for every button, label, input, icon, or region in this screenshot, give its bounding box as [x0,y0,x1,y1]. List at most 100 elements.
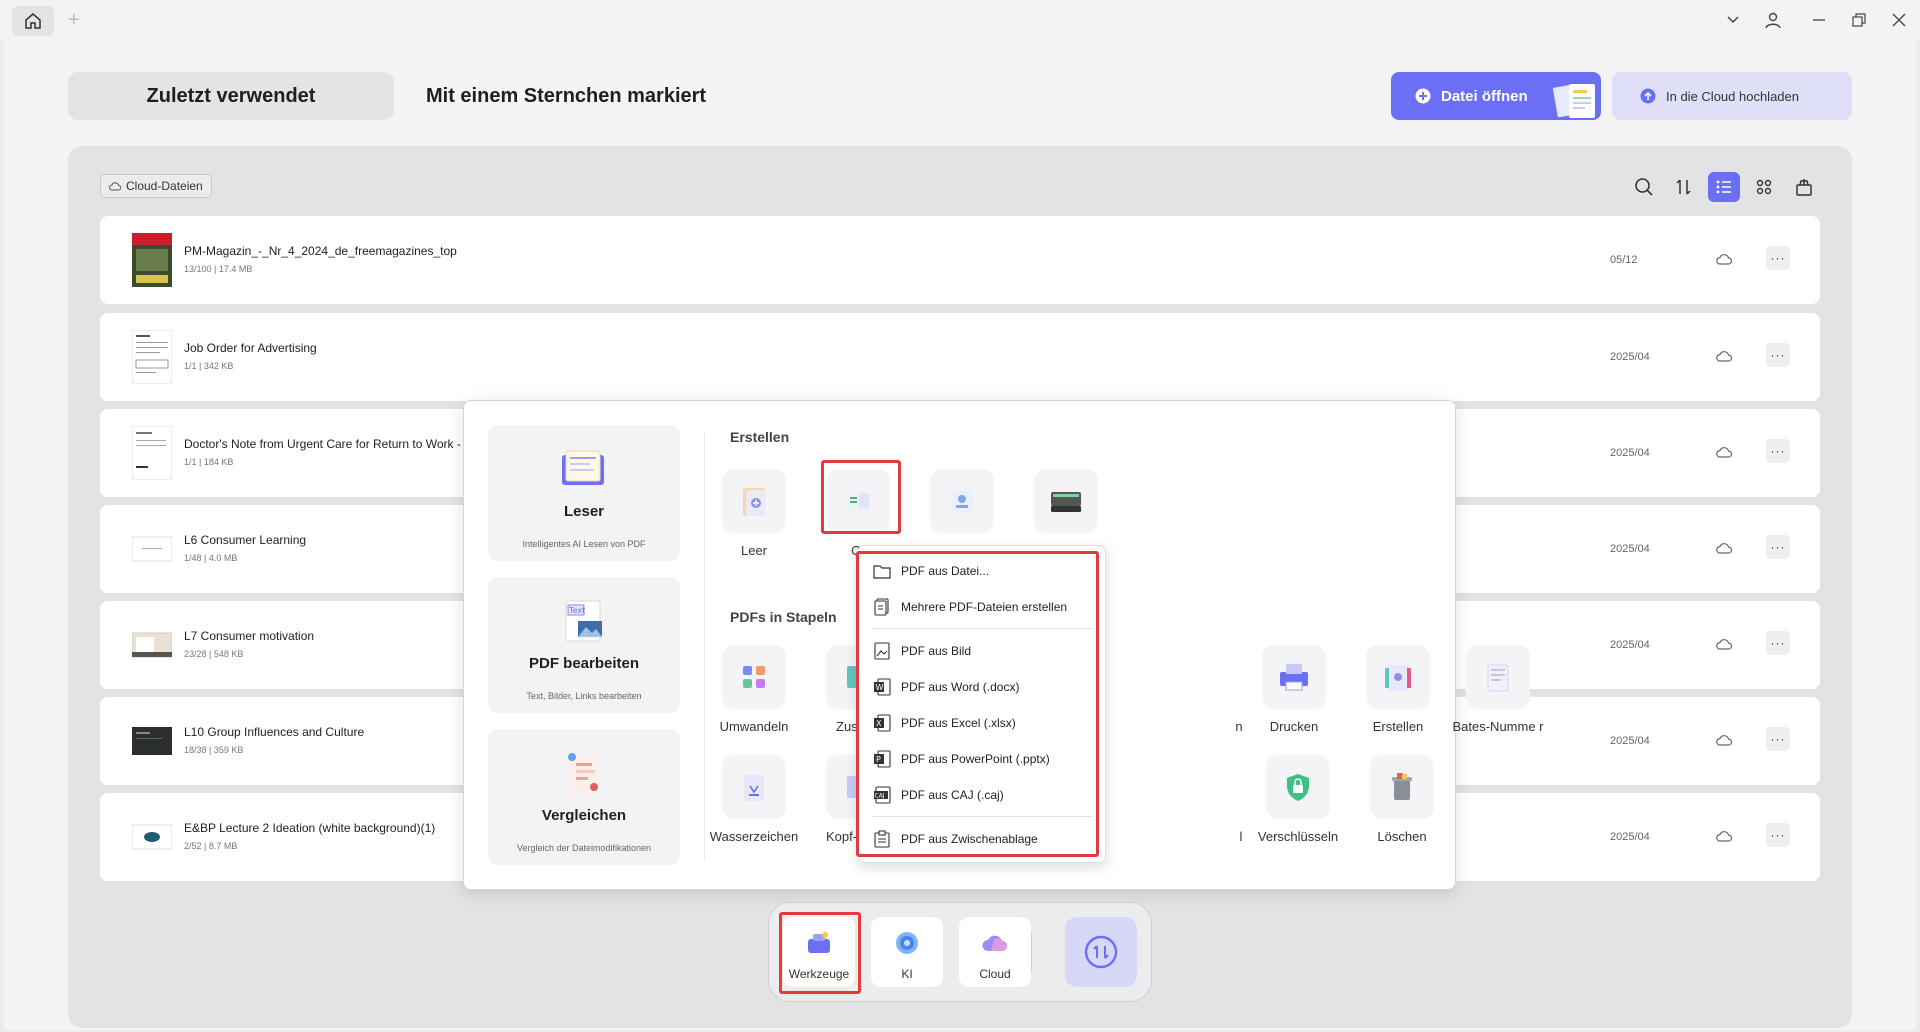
close-button[interactable] [1886,8,1912,32]
open-file-label: Datei öffnen [1441,87,1528,105]
open-file-button[interactable]: Datei öffnen [1391,72,1601,120]
batch-print-tool[interactable]: Drucken [1244,645,1344,745]
convert-icon [743,666,765,688]
file-meta: 1/1 | 342 KB [184,361,234,371]
file-name: L7 Consumer motivation [184,629,315,643]
chevron-down-icon[interactable] [1720,8,1746,32]
create-blank-tool[interactable]: Leer [704,469,804,569]
tab-recent[interactable]: Zuletzt verwendet [68,72,394,120]
list-view-icon[interactable] [1708,172,1740,202]
highlight-box [856,551,1099,857]
ai-button[interactable]: KI [871,917,943,987]
file-name: Job Order for Advertising [184,341,317,355]
batch-delete-tool[interactable]: Löschen [1352,755,1452,855]
batch-encrypt-tool[interactable]: Verschlüsseln [1248,755,1348,855]
file-name: L6 Consumer Learning [184,533,307,547]
sync-button[interactable] [1065,917,1137,987]
batch-delete-label: Löschen [1377,829,1427,844]
batch-bates-tool[interactable]: Bates-Numme r [1448,645,1548,745]
highlight-box [779,912,861,994]
more-options-button[interactable]: ··· [1766,343,1790,367]
more-options-button[interactable]: ··· [1766,246,1790,270]
batch-create-tool[interactable]: Erstellen [1348,645,1448,745]
sync-icon [1084,935,1118,969]
cloud-files-chip[interactable]: Cloud-Dateien [100,174,212,198]
more-options-button[interactable]: ··· [1766,439,1790,463]
search-icon[interactable] [1628,172,1660,202]
home-button[interactable] [12,6,54,36]
batch-print-label: Drucken [1269,719,1319,734]
plus-circle-icon [1415,88,1431,104]
cloud-upload-icon[interactable] [1716,252,1732,266]
upload-cloud-button[interactable]: In die Cloud hochladen [1612,72,1852,120]
file-name: E&BP Lecture 2 Ideation (white backgroun… [184,821,436,835]
grid-view-icon[interactable] [1748,172,1780,202]
more-options-button[interactable]: ··· [1766,631,1790,655]
file-date: 2025/04 [1610,639,1650,651]
file-meta: 2/52 | 8.7 MB [184,841,238,851]
cloud-icon [109,182,121,191]
svg-text:Text: Text [568,606,585,615]
cloud-upload-icon[interactable] [1716,829,1732,843]
file-name: PM-Magazin_-_Nr_4_2024_de_freemagazines_… [184,244,457,258]
sort-icon[interactable] [1668,172,1700,202]
file-meta: 1/48 | 4.0 MB [184,553,238,563]
compare-subtitle: Vergleich der Dateimodifikationen [516,843,652,853]
home-icon [25,13,41,29]
highlight-box [821,460,901,534]
cloud-button[interactable]: Cloud [959,917,1031,987]
more-options-button[interactable]: ··· [1766,535,1790,559]
file-name: L10 Group Influences and Culture [184,725,365,739]
file-date: 2025/04 [1610,735,1650,747]
account-icon[interactable] [1760,8,1786,32]
cloud-upload-icon[interactable] [1716,349,1732,363]
file-thumbnail [132,618,172,672]
cloud-upload-icon[interactable] [1716,541,1732,555]
dock-divider [1031,933,1032,973]
edit-pdf-subtitle: Text, Bilder, Links bearbeiten [526,691,642,701]
reader-title: Leser [563,503,605,520]
file-date: 2025/04 [1610,543,1650,555]
file-date: 2025/04 [1610,447,1650,459]
lock-icon [1287,774,1309,801]
ai-icon [896,932,918,954]
batch-watermark-tool[interactable]: Wasserzeichen [704,755,804,855]
file-meta: 1/1 | 184 KB [184,457,234,467]
cloud-upload-icon[interactable] [1716,733,1732,747]
compare-title: Vergleichen [541,807,627,824]
batch-watermark-label: Wasserzeichen [709,829,799,844]
bates-number-icon [1487,664,1509,692]
clean-icon[interactable] [1788,172,1820,202]
title-bar: + [0,0,1920,40]
scanner-icon [1051,492,1081,512]
restore-button[interactable] [1846,8,1872,32]
reader-card[interactable]: Leser Intelligentes AI Lesen von PDF [488,425,680,561]
print-icon [1280,664,1308,691]
ai-label: KI [901,967,913,981]
cloud-upload-icon[interactable] [1716,637,1732,651]
edit-pdf-title: PDF bearbeiten [528,655,640,672]
create-icon [1385,665,1411,691]
documents-icon [1553,84,1595,118]
cloud-icon [982,935,1007,951]
file-row[interactable]: PM-Magazin_-_Nr_4_2024_de_freemagazines_… [100,216,1820,304]
compare-card[interactable]: Vergleichen Vergleich der Dateimodifikat… [488,729,680,865]
scan-id-icon [951,490,973,512]
cloud-upload-icon[interactable] [1716,445,1732,459]
blank-pdf-icon [743,488,766,516]
batch-bates-label: Bates-Numme r [1452,719,1544,734]
more-options-button[interactable]: ··· [1766,823,1790,847]
batch-convert-label: Umwandeln [719,719,789,734]
batch-create-label: Erstellen [1372,719,1424,734]
file-thumbnail [132,233,172,287]
file-thumbnail [132,714,172,768]
file-date: 05/12 [1610,254,1638,266]
more-options-button[interactable]: ··· [1766,727,1790,751]
new-tab-button[interactable]: + [68,8,86,32]
file-row[interactable]: Job Order for Advertising 1/1 | 342 KB 2… [100,313,1820,401]
batch-convert-tool[interactable]: Umwandeln [704,645,804,745]
tab-starred[interactable]: Mit einem Sternchen markiert [426,72,706,120]
compare-icon [568,753,598,793]
minimize-button[interactable] [1806,8,1832,32]
edit-pdf-card[interactable]: Text PDF bearbeiten Text, Bilder, Links … [488,577,680,713]
